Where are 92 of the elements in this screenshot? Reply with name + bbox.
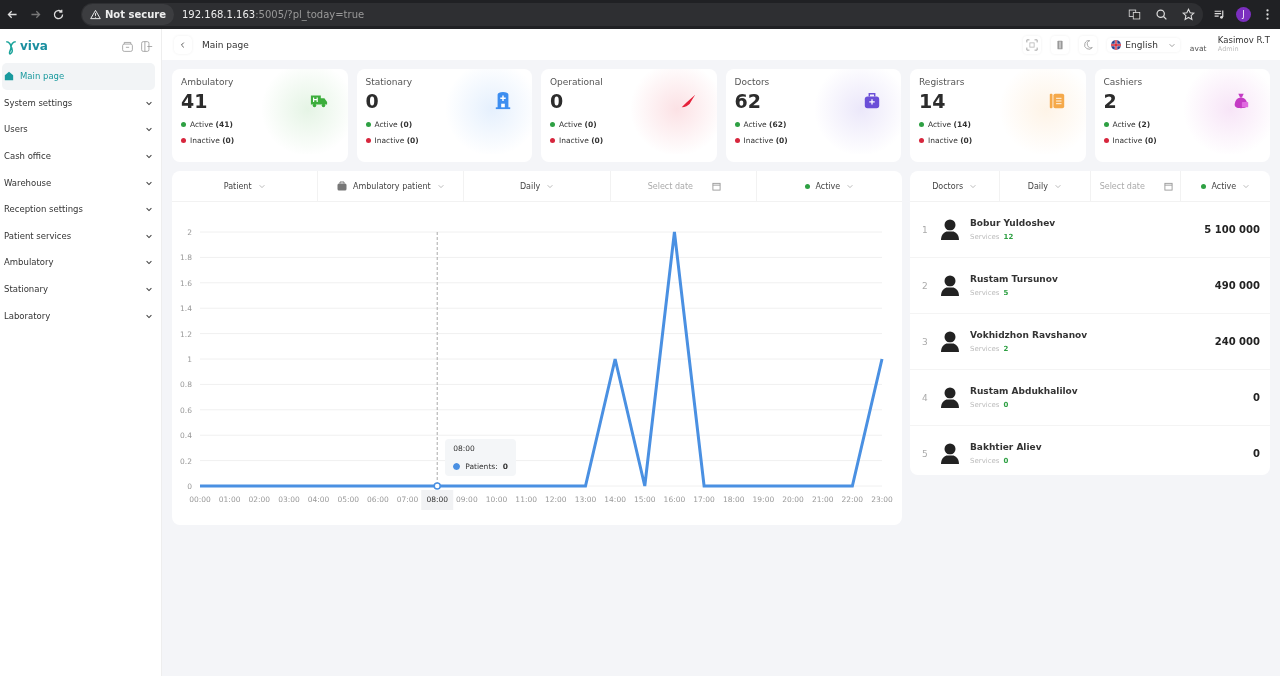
amount: 5 100 000 [1204,224,1260,235]
sidebar-item[interactable]: System settings [2,89,155,117]
stat-count: 62 [734,90,762,112]
sidebar-item[interactable]: Reception settings [2,195,155,223]
back-icon[interactable] [6,8,19,21]
stat-title: Stationary [365,77,414,87]
fullscreen-icon [1026,38,1039,51]
filter-dropdown[interactable]: Daily [1000,171,1091,201]
amount: 240 000 [1214,336,1260,347]
warning-icon [90,9,101,20]
translate-icon[interactable] [1128,8,1141,21]
url-host: 192.168.1.163 [182,9,256,20]
date-field[interactable]: Select date [645,180,706,192]
media-icon[interactable] [1213,8,1226,21]
security-chip[interactable]: Not secure [82,4,174,25]
caret-icon [969,182,978,190]
star-icon[interactable] [1182,8,1195,21]
url-path: :5005/?pl_today=true [255,9,365,20]
stat-title: Ambulatory [181,77,235,87]
sidebar-item[interactable]: Cash office [2,142,155,170]
sidebar-item[interactable]: Ambulatory [2,249,155,276]
doctor-name: Vokhidzhon Ravshanov [970,330,1088,340]
rank-number: 5 [922,448,929,459]
chevron-icon [145,205,153,214]
filter-dropdown[interactable]: Patient [172,171,319,201]
chevron-icon [145,285,153,294]
stat-title: Operational [550,77,604,87]
zoom-icon[interactable] [1155,8,1168,21]
calendar-icon[interactable] [711,181,721,191]
rank-number: 3 [922,336,929,347]
caret-icon [846,182,855,190]
filter-dropdown[interactable]: Daily [464,171,611,201]
filter-dropdown[interactable]: Active [756,171,902,201]
chevron-icon [145,258,153,267]
rank-number: 2 [922,280,929,291]
profile-avatar[interactable]: J [1236,7,1251,22]
address-bar[interactable]: Not secure 192.168.1.163:5005/?pl_today=true [81,3,1203,26]
stat-count: 41 [181,90,209,112]
caret-icon [1242,182,1251,190]
doctor-name: Rustam Tursunov [970,274,1058,284]
logo-text: viva [20,39,48,53]
rank-number: 4 [922,392,929,403]
doctor-name: Rustam Abdukhalilov [970,386,1078,396]
rank-number: 1 [922,224,929,235]
stat-title: Cashiers [1103,77,1144,87]
amount: 0 [1253,392,1260,403]
home-icon [4,71,14,82]
reload-icon[interactable] [52,8,65,21]
axis-highlight [421,490,454,510]
forward-icon[interactable] [29,8,42,21]
caret-icon [436,182,445,190]
person-icon [940,274,960,297]
language-select[interactable]: English [1107,37,1180,52]
sidebar-item[interactable]: Laboratory [2,302,155,329]
caret-icon [546,182,555,190]
date-field[interactable]: Select date [1097,180,1158,192]
filter-dropdown[interactable]: Ambulatory patient [318,171,465,201]
flag-icon [1111,39,1122,50]
person-icon [940,330,960,353]
sidebar-item[interactable]: Stationary [2,275,155,303]
caret-icon [1054,182,1062,190]
sidebar-item[interactable]: Warehouse [2,169,155,196]
sidebar-item[interactable]: Users [2,116,155,143]
user-name: Kasimov R.T [1217,36,1270,46]
person-icon [940,218,960,241]
chevron-icon [145,152,153,161]
person-icon [940,386,960,409]
stat-title: Doctors [734,77,771,87]
hover-point [433,482,441,490]
doctor-name: Bakhtier Aliev [970,442,1042,452]
person-icon [940,442,960,465]
sidebar-item[interactable]: Patient services [2,222,155,250]
moon-icon [1082,38,1095,51]
chevron-icon [145,125,153,134]
bag-icon [337,181,347,191]
stat-count: 0 [365,90,380,112]
stat-title: Registrars [919,77,966,87]
calendar-icon[interactable] [1163,181,1173,191]
filter-dropdown[interactable]: Active [1180,171,1270,201]
page-title: Main page [202,39,249,50]
logout-icon[interactable] [140,39,153,53]
archive-icon[interactable] [121,39,134,53]
caret-icon [257,182,266,190]
chevron-left-icon [179,40,187,49]
stat-count: 14 [919,90,947,112]
doctor-name: Bobur Yuldoshev [970,218,1056,228]
series-legend-icon [453,463,461,470]
amount: 490 000 [1214,280,1260,291]
amount: 0 [1253,448,1260,459]
filter-dropdown[interactable]: Doctors [910,171,1001,201]
stat-count: 2 [1103,90,1118,112]
stat-count: 0 [550,90,565,112]
